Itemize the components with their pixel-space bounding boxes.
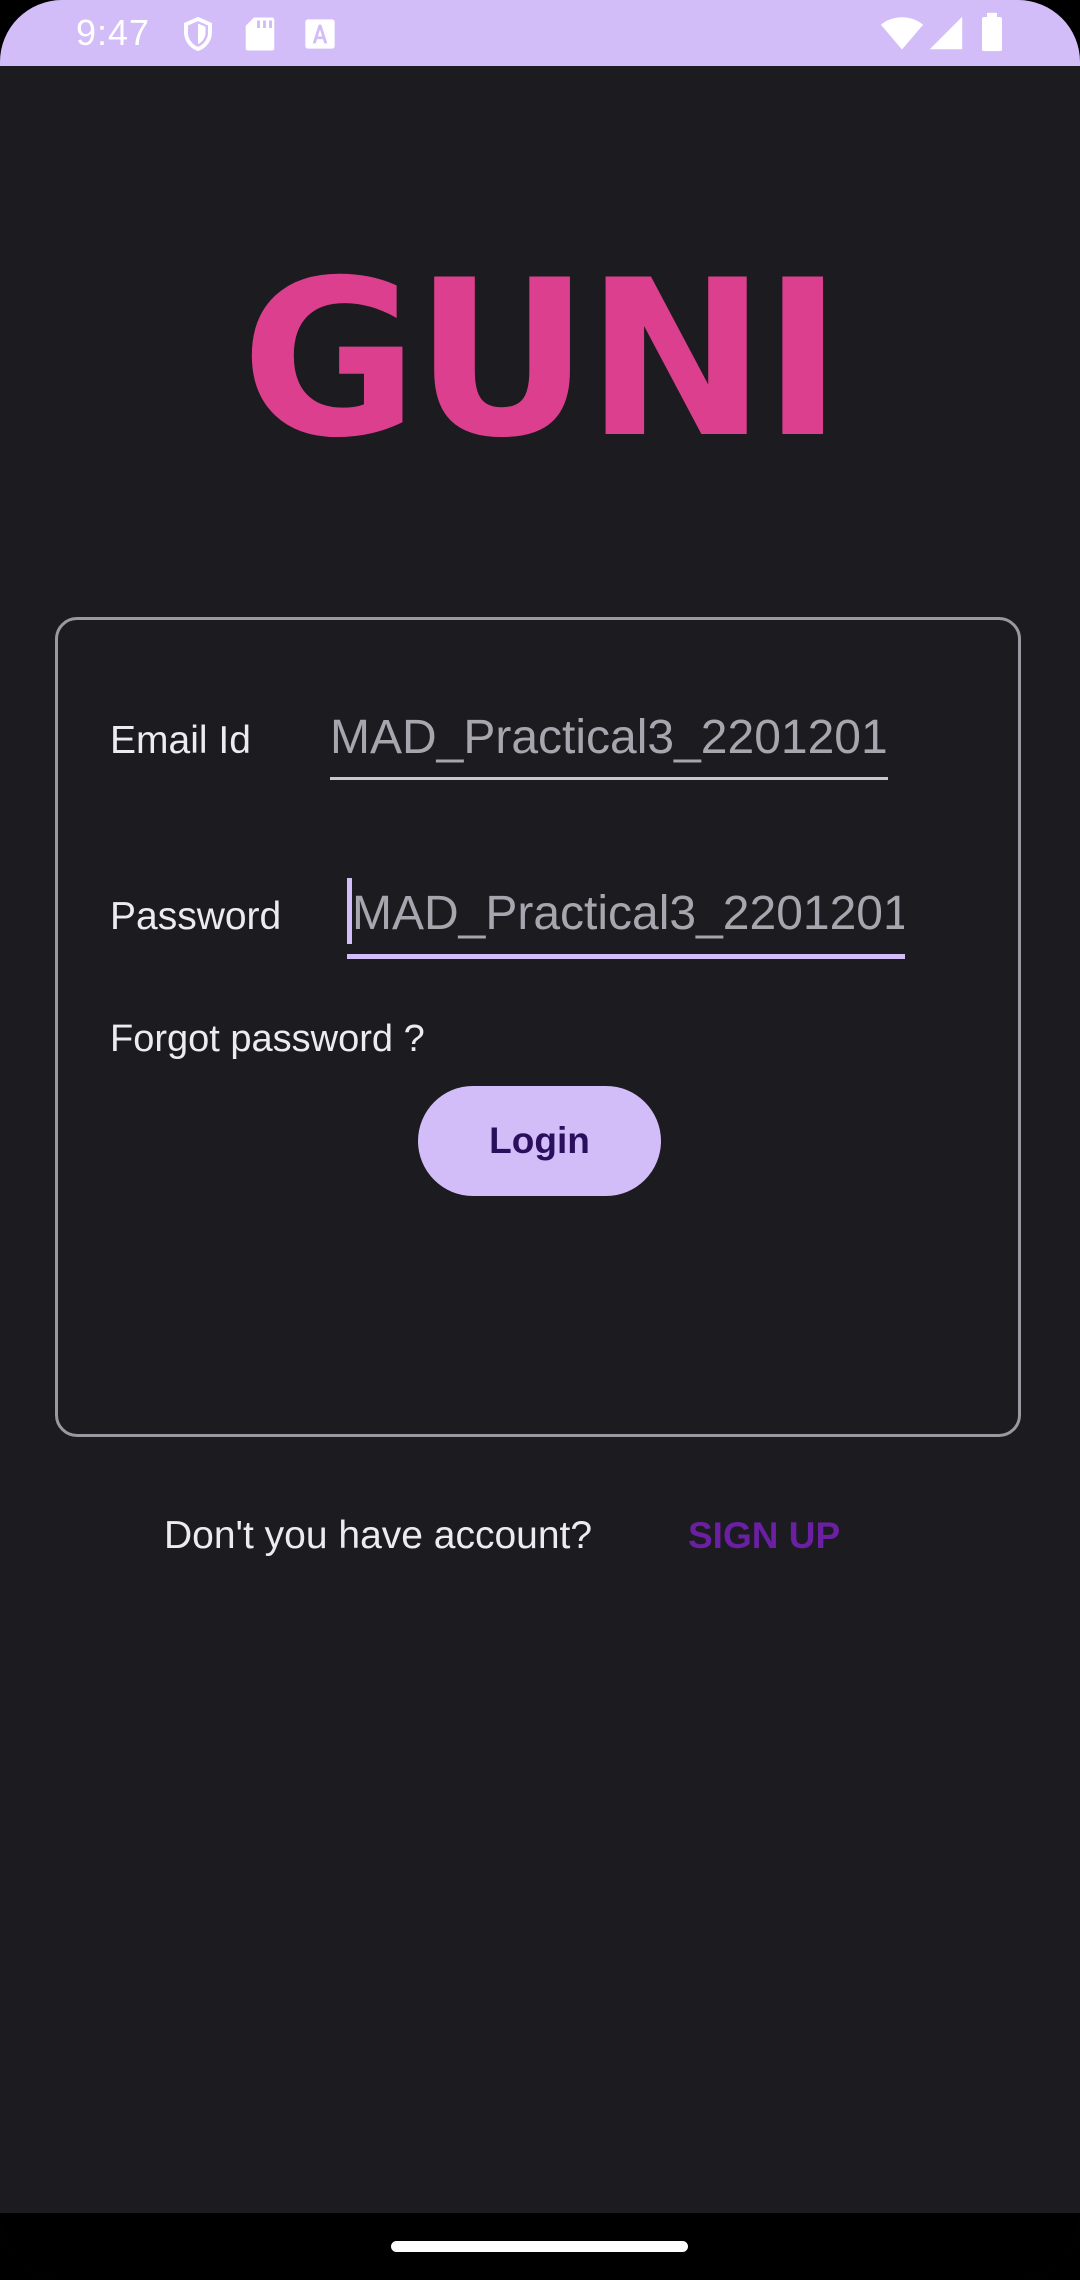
status-bar: 9:47: [0, 0, 1080, 66]
no-account-text: Don't you have account?: [164, 1514, 593, 1557]
status-time: 9:47: [76, 12, 151, 53]
email-field[interactable]: MAD_Practical3_2201201: [330, 708, 887, 768]
font-a-icon: [305, 19, 335, 49]
forgot-password-link[interactable]: Forgot password ?: [110, 1015, 425, 1063]
wifi-icon: [880, 17, 924, 50]
password-label: Password: [110, 895, 282, 938]
password-field[interactable]: MAD_Practical3_2201201: [352, 884, 904, 944]
sign-up-button[interactable]: SIGN UP: [688, 1510, 840, 1562]
phone-screen: 9:47 GUNI Email Id MAD_Practical3_220120…: [0, 0, 1080, 2280]
email-field-underline: [330, 777, 888, 780]
battery-icon: [982, 12, 1002, 52]
home-handle[interactable]: [391, 2241, 688, 2252]
login-button[interactable]: Login: [418, 1086, 661, 1196]
signal-icon: [929, 16, 963, 50]
password-field-underline: [347, 954, 905, 959]
app-logo: GUNI: [241, 234, 843, 485]
shield-icon: [184, 16, 212, 52]
sd-card-icon: [245, 17, 275, 51]
email-label: Email Id: [110, 719, 251, 762]
